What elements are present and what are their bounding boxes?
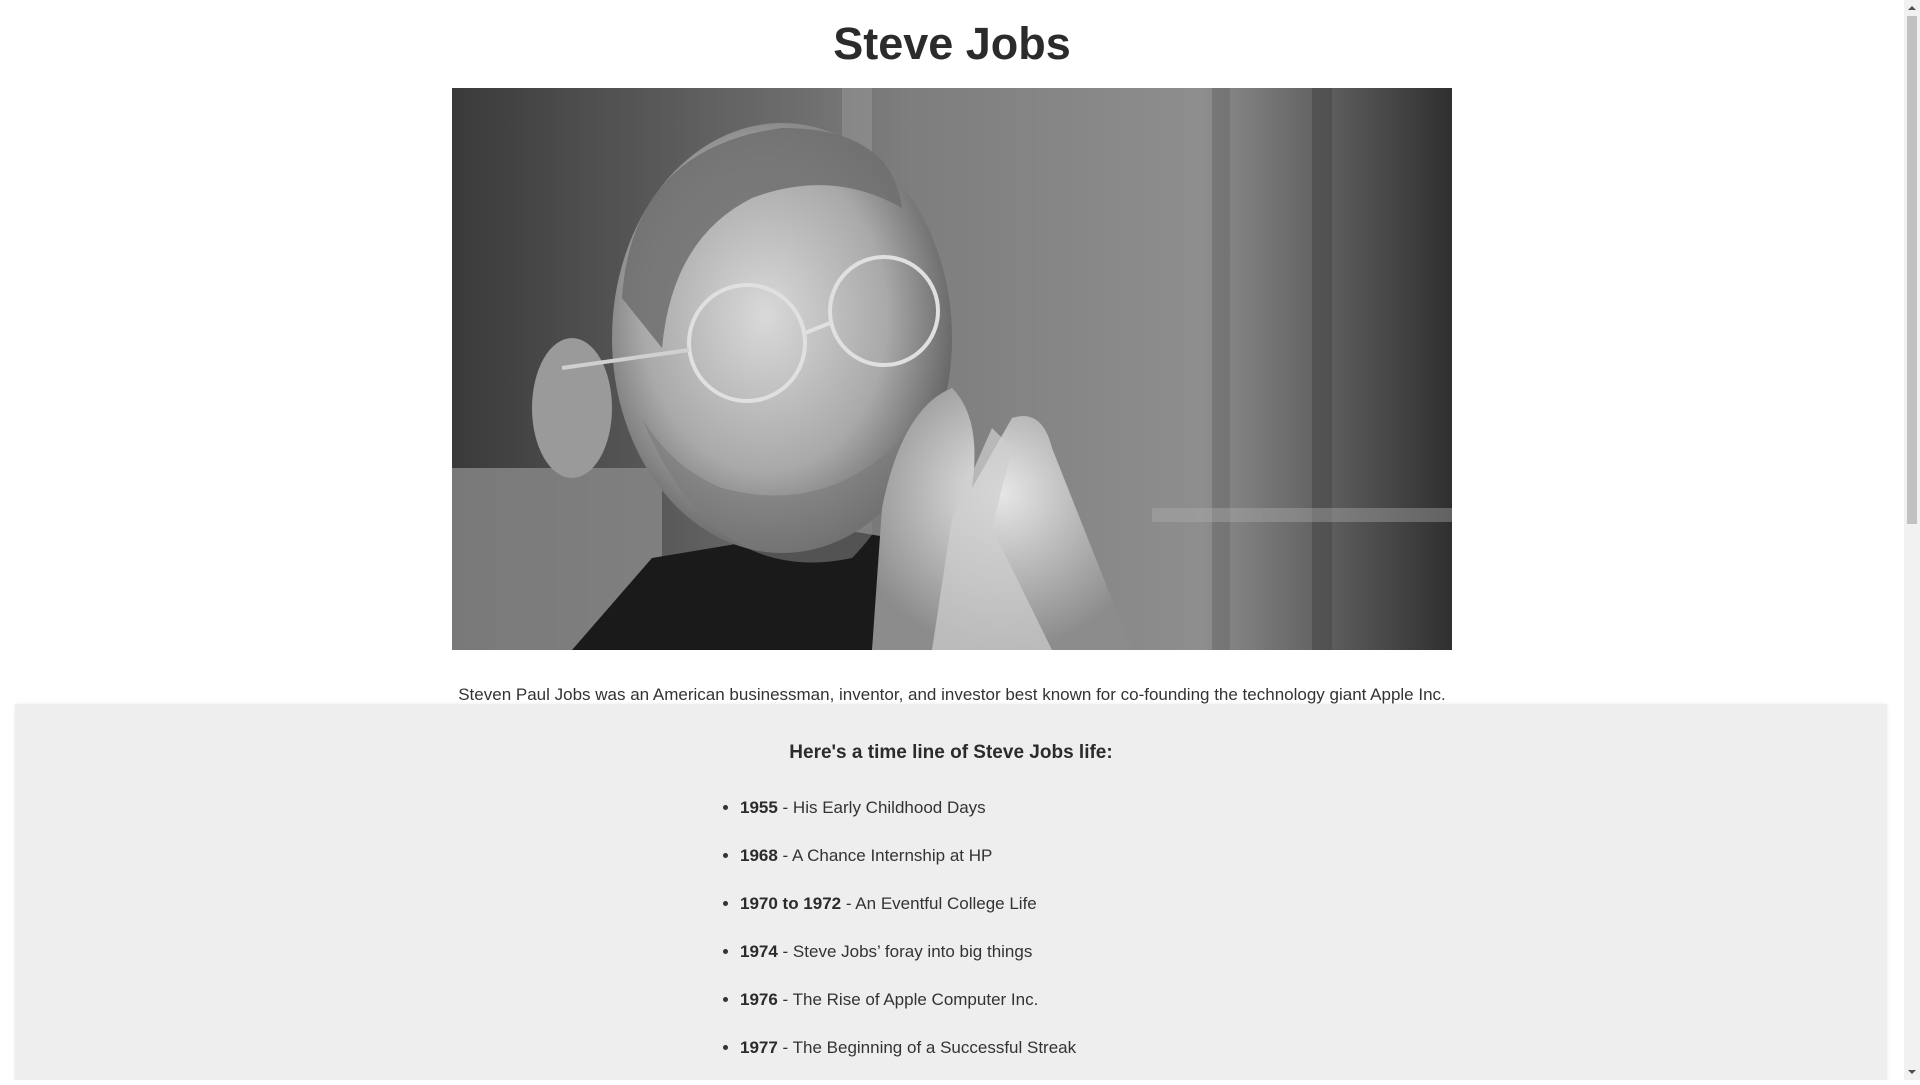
portrait-image [452,88,1452,650]
triangle-down-icon[interactable] [1904,1064,1920,1080]
page: Steve Jobs Steven Paul Jobs was an Ameri… [0,0,1904,1080]
timeline-event: - The Beginning of a Successful Streak [777,1038,1077,1057]
timeline-year: 1955 [740,798,778,817]
timeline-event: - Steve Jobs’ foray into big things [777,942,1033,961]
vertical-scrollbar[interactable] [1904,0,1920,1080]
timeline-item: 1976 - The Rise of Apple Computer Inc. [740,986,1076,1034]
timeline-year: 1976 [740,990,778,1009]
timeline-section: Here's a time line of Steve Jobs life: 1… [15,704,1887,1080]
portrait-caption: Steven Paul Jobs was an American busines… [458,685,1446,704]
timeline-year: 1977 [740,1038,778,1057]
timeline-event: - His Early Childhood Days [777,798,986,817]
timeline-item: 1970 to 1972 - An Eventful College Life [740,890,1076,938]
timeline-item: 1955 - His Early Childhood Days [740,794,1076,842]
timeline-event: - An Eventful College Life [841,894,1037,913]
timeline-year: 1974 [740,942,778,961]
timeline-heading: Here's a time line of Steve Jobs life: [789,742,1113,763]
timeline-list: 1955 - His Early Childhood Days 1968 - A… [700,794,1076,1080]
timeline-item: 1977 - The Beginning of a Successful Str… [740,1034,1076,1080]
triangle-up-icon[interactable] [1904,0,1920,16]
timeline-item: 1968 - A Chance Internship at HP [740,842,1076,890]
page-title: Steve Jobs [833,18,1071,69]
portrait-illustration [452,88,1452,650]
scrollbar-thumb[interactable] [1907,16,1917,524]
timeline-year: 1970 to 1972 [740,894,842,913]
timeline-event: - The Rise of Apple Computer Inc. [777,990,1039,1009]
timeline-year: 1968 [740,846,778,865]
timeline-item: 1974 - Steve Jobs’ foray into big things [740,938,1076,986]
timeline-event: - A Chance Internship at HP [777,846,993,865]
